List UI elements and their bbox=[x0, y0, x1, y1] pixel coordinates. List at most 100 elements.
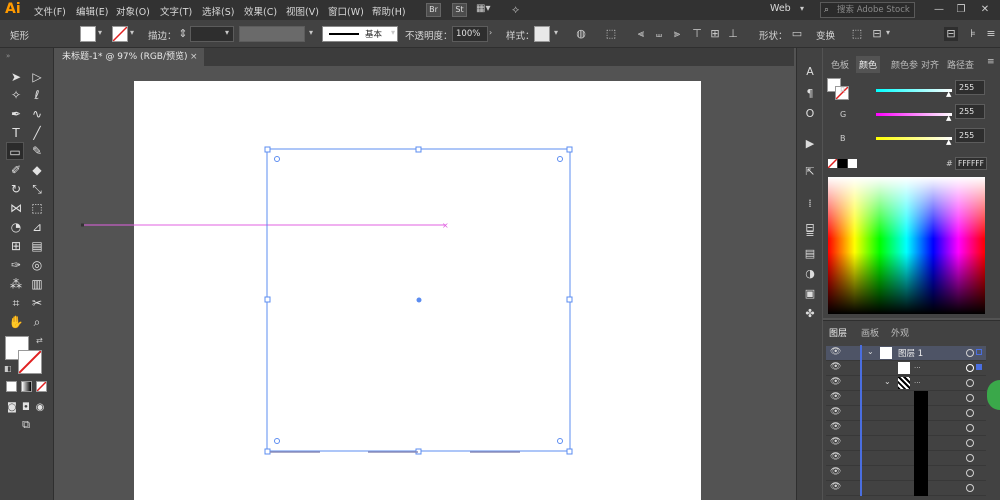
tab-pathfinder[interactable]: 路径查 bbox=[947, 58, 974, 71]
layer-row[interactable]: 👁 ⌄ 图层 1 bbox=[826, 345, 986, 361]
slider-thumb-icon[interactable]: ▲ bbox=[946, 114, 951, 122]
transparency-icon[interactable]: ◑ bbox=[802, 266, 818, 282]
panel-icon-strip: A ¶ O ▶ ⇱ ⁞ ⊟ ≡ ▤ ◑ ▣ ✤ bbox=[796, 48, 822, 500]
layer-thumbnail bbox=[914, 466, 928, 481]
handle-top-right bbox=[566, 146, 573, 153]
layer-row[interactable]: 👁 bbox=[826, 480, 986, 496]
layer-color-bar bbox=[860, 375, 862, 391]
target-icon[interactable] bbox=[966, 394, 974, 402]
layer-name[interactable]: ... bbox=[914, 362, 921, 370]
color-spectrum[interactable] bbox=[828, 177, 985, 314]
target-icon[interactable] bbox=[966, 484, 974, 492]
actions-icon[interactable]: ▶ bbox=[802, 136, 818, 152]
target-icon[interactable] bbox=[966, 424, 974, 432]
eye-icon[interactable]: 👁 bbox=[830, 362, 841, 372]
layer-name[interactable]: ... bbox=[914, 377, 921, 385]
eye-icon[interactable]: 👁 bbox=[830, 467, 841, 477]
layer-color-bar bbox=[860, 405, 862, 421]
handle-top-left bbox=[264, 146, 271, 153]
green-slider[interactable] bbox=[876, 113, 952, 116]
tab-layers[interactable]: 图层 bbox=[829, 326, 847, 339]
tab-artboards[interactable]: 画板 bbox=[861, 326, 879, 339]
black-swatch[interactable] bbox=[838, 159, 847, 168]
layer-thumbnail bbox=[914, 391, 928, 406]
none-swatch[interactable] bbox=[828, 159, 837, 168]
chevron-down-icon[interactable]: ⌄ bbox=[867, 347, 874, 356]
hex-input[interactable]: FFFFFF bbox=[955, 157, 987, 170]
eye-icon[interactable]: 👁 bbox=[830, 347, 841, 357]
eye-icon[interactable]: 👁 bbox=[830, 377, 841, 387]
selection-indicator[interactable] bbox=[976, 364, 982, 370]
eye-icon[interactable]: 👁 bbox=[830, 392, 841, 402]
tab-color-guide[interactable]: 颜色参 bbox=[891, 58, 918, 71]
slider-thumb-icon[interactable]: ▲ bbox=[946, 138, 951, 146]
tab-color[interactable]: 颜色 bbox=[856, 56, 881, 73]
layer-color-bar bbox=[860, 480, 862, 496]
layer-thumbnail bbox=[898, 377, 910, 389]
blue-label: B bbox=[840, 134, 846, 143]
blue-slider[interactable] bbox=[876, 137, 952, 140]
chevron-down-icon[interactable]: ⌄ bbox=[884, 377, 891, 386]
layer-row[interactable]: 👁 ... bbox=[826, 360, 986, 376]
layer-row[interactable]: 👁 bbox=[826, 390, 986, 406]
target-icon[interactable] bbox=[966, 379, 974, 387]
layer-row[interactable]: 👁 bbox=[826, 405, 986, 421]
target-icon[interactable] bbox=[966, 469, 974, 477]
eye-icon[interactable]: 👁 bbox=[830, 407, 841, 417]
symbols-icon[interactable]: ✤ bbox=[802, 306, 818, 322]
gradient-panel-icon[interactable]: ▤ bbox=[802, 246, 818, 262]
hex-symbol: # bbox=[946, 159, 953, 168]
layer-row[interactable]: 👁 ⌄ ... bbox=[826, 375, 986, 391]
layer-thumbnail bbox=[914, 406, 928, 421]
layer-row[interactable]: 👁 bbox=[826, 450, 986, 466]
handle-middle-left bbox=[264, 296, 271, 303]
green-label: G bbox=[840, 110, 847, 119]
blue-value-input[interactable]: 255 bbox=[955, 128, 985, 143]
layer-color-bar bbox=[860, 390, 862, 406]
target-icon[interactable] bbox=[966, 439, 974, 447]
tab-align[interactable]: 对齐 bbox=[921, 58, 939, 71]
anchor-point bbox=[81, 223, 84, 227]
eye-icon[interactable]: 👁 bbox=[830, 437, 841, 447]
corner-widget-bl bbox=[274, 438, 280, 444]
red-value-input[interactable]: 255 bbox=[955, 80, 985, 95]
target-icon[interactable] bbox=[966, 349, 974, 357]
eye-icon[interactable]: 👁 bbox=[830, 422, 841, 432]
target-icon[interactable] bbox=[966, 364, 974, 372]
selection-indicator[interactable] bbox=[976, 349, 982, 355]
eye-icon[interactable]: 👁 bbox=[830, 482, 841, 492]
panel-menu-icon[interactable]: ≡ bbox=[987, 57, 995, 67]
layer-row[interactable]: 👁 bbox=[826, 435, 986, 451]
transform-icon[interactable]: ⁞ bbox=[802, 196, 818, 212]
layer-color-bar bbox=[860, 345, 862, 361]
layer-thumbnail bbox=[914, 421, 928, 436]
layer-row[interactable]: 👁 bbox=[826, 420, 986, 436]
layer-row[interactable]: 👁 bbox=[826, 465, 986, 481]
corner-widget-tr bbox=[557, 156, 563, 162]
character-icon[interactable]: A bbox=[802, 64, 818, 80]
layer-thumbnail bbox=[914, 436, 928, 451]
layer-name[interactable]: 图层 1 bbox=[898, 347, 923, 359]
handle-bottom-right bbox=[566, 448, 573, 455]
layer-color-bar bbox=[860, 435, 862, 451]
target-icon[interactable] bbox=[966, 409, 974, 417]
layer-color-bar bbox=[860, 450, 862, 466]
green-value-input[interactable]: 255 bbox=[955, 104, 985, 119]
stroke-panel-icon[interactable]: ≡ bbox=[802, 226, 818, 242]
layer-thumbnail bbox=[880, 347, 892, 359]
appearance-icon[interactable]: ▣ bbox=[802, 286, 818, 302]
line-end-marker: × bbox=[442, 221, 449, 230]
eye-icon[interactable]: 👁 bbox=[830, 452, 841, 462]
corner-widget-tl bbox=[274, 156, 280, 162]
opentype-icon[interactable]: O bbox=[802, 106, 818, 122]
slider-thumb-icon[interactable]: ▲ bbox=[946, 90, 951, 98]
export-icon[interactable]: ⇱ bbox=[802, 164, 818, 180]
tab-appearance[interactable]: 外观 bbox=[891, 326, 909, 339]
paragraph-icon[interactable]: ¶ bbox=[802, 86, 818, 102]
layer-thumbnail bbox=[914, 481, 928, 496]
tab-swatches[interactable]: 色板 bbox=[831, 58, 849, 71]
red-slider[interactable] bbox=[876, 89, 952, 92]
white-swatch[interactable] bbox=[848, 159, 857, 168]
target-icon[interactable] bbox=[966, 454, 974, 462]
layer-thumbnail bbox=[898, 362, 910, 374]
